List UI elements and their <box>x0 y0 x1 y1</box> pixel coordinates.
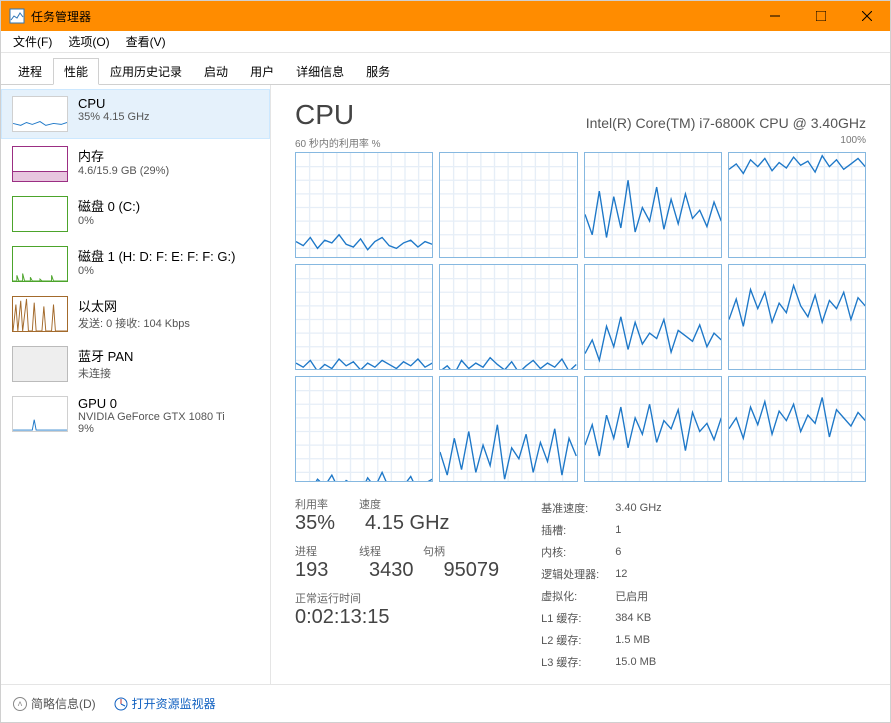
util-value: 35% <box>295 512 335 535</box>
processor-name: Intel(R) Core(TM) i7-6800K CPU @ 3.40GHz <box>586 115 866 131</box>
menu-view[interactable]: 查看(V) <box>118 31 174 52</box>
procs-label: 进程 <box>295 543 359 559</box>
maximize-button[interactable] <box>798 1 844 31</box>
tab-services[interactable]: 服务 <box>355 58 401 85</box>
disk0-thumb-icon <box>12 196 68 232</box>
cpu-core-chart-8 <box>295 376 433 482</box>
cpu-thumb-icon <box>12 96 68 132</box>
fewer-details-button[interactable]: ˄ 简略信息(D) <box>13 695 96 712</box>
axis-right-label: 100% <box>840 135 866 150</box>
sidebar-disk1-sub: 0% <box>78 265 235 277</box>
cpu-core-chart-3 <box>728 152 866 258</box>
menu-file[interactable]: 文件(F) <box>5 31 60 52</box>
sidebar-gpu-sub: NVIDIA GeForce GTX 1080 Ti <box>78 411 225 423</box>
sidebar-item-memory[interactable]: 内存4.6/15.9 GB (29%) <box>1 139 270 189</box>
speed-value: 4.15 GHz <box>365 512 449 535</box>
gpu-thumb-icon <box>12 396 68 432</box>
sidebar: CPU35% 4.15 GHz 内存4.6/15.9 GB (29%) 磁盘 0… <box>1 85 271 684</box>
sidebar-memory-title: 内存 <box>78 146 169 165</box>
axis-left-label: 60 秒内的利用率 % <box>295 135 381 150</box>
speed-label: 速度 <box>359 496 381 512</box>
tabstrip: 进程 性能 应用历史记录 启动 用户 详细信息 服务 <box>1 53 890 85</box>
sidebar-item-gpu[interactable]: GPU 0NVIDIA GeForce GTX 1080 Ti9% <box>1 389 270 442</box>
bluetooth-thumb-icon <box>12 346 68 382</box>
cpu-core-chart-7 <box>728 264 866 370</box>
sidebar-cpu-sub: 35% 4.15 GHz <box>78 111 150 123</box>
cpu-core-chart-10 <box>584 376 722 482</box>
disk1-thumb-icon <box>12 246 68 282</box>
util-label: 利用率 <box>295 496 359 512</box>
uptime-label: 正常运行时间 <box>295 590 361 606</box>
sidebar-item-ethernet[interactable]: 以太网发送: 0 接收: 104 Kbps <box>1 289 270 339</box>
sidebar-bt-title: 蓝牙 PAN <box>78 346 133 365</box>
cpu-core-chart-11 <box>728 376 866 482</box>
open-resource-monitor-link[interactable]: 打开资源监视器 <box>114 695 216 712</box>
specs-table: 基准速度:3.40 GHz 插槽:1 内核:6 逻辑处理器:12 虚拟化:已启用… <box>539 496 678 674</box>
cpu-core-chart-5 <box>439 264 577 370</box>
sidebar-memory-sub: 4.6/15.9 GB (29%) <box>78 165 169 177</box>
cpu-core-chart-0 <box>295 152 433 258</box>
sidebar-item-cpu[interactable]: CPU35% 4.15 GHz <box>1 89 270 139</box>
close-button[interactable] <box>844 1 890 31</box>
menu-options[interactable]: 选项(O) <box>60 31 117 52</box>
tab-details[interactable]: 详细信息 <box>285 58 355 85</box>
sidebar-eth-sub: 发送: 0 接收: 104 Kbps <box>78 315 190 331</box>
sidebar-eth-title: 以太网 <box>78 296 190 315</box>
cpu-core-chart-2 <box>584 152 722 258</box>
tab-startup[interactable]: 启动 <box>193 58 239 85</box>
sidebar-bt-sub: 未连接 <box>78 365 133 381</box>
titlebar: 任务管理器 <box>1 1 890 31</box>
app-icon <box>9 8 25 24</box>
cpu-core-chart-6 <box>584 264 722 370</box>
tab-performance[interactable]: 性能 <box>53 58 99 85</box>
sidebar-disk1-title: 磁盘 1 (H: D: F: E: F: F: G:) <box>78 246 235 265</box>
ethernet-thumb-icon <box>12 296 68 332</box>
sidebar-item-bluetooth[interactable]: 蓝牙 PAN未连接 <box>1 339 270 389</box>
footer: ˄ 简略信息(D) 打开资源监视器 <box>1 684 890 722</box>
cpu-charts-grid[interactable] <box>295 152 866 482</box>
page-title: CPU <box>295 99 354 131</box>
procs-value: 193 <box>295 559 339 582</box>
minimize-button[interactable] <box>752 1 798 31</box>
cpu-core-chart-9 <box>439 376 577 482</box>
threads-label: 线程 <box>359 543 423 559</box>
sidebar-cpu-title: CPU <box>78 96 150 111</box>
cpu-core-chart-4 <box>295 264 433 370</box>
sidebar-disk0-sub: 0% <box>78 215 140 227</box>
sidebar-disk0-title: 磁盘 0 (C:) <box>78 196 140 215</box>
tab-history[interactable]: 应用历史记录 <box>99 58 193 85</box>
sidebar-item-disk0[interactable]: 磁盘 0 (C:)0% <box>1 189 270 239</box>
uptime-value: 0:02:13:15 <box>295 606 390 629</box>
tab-processes[interactable]: 进程 <box>7 58 53 85</box>
sidebar-gpu-title: GPU 0 <box>78 396 225 411</box>
handles-value: 95079 <box>444 559 500 582</box>
resource-monitor-icon <box>114 697 128 711</box>
cpu-core-chart-1 <box>439 152 577 258</box>
memory-thumb-icon <box>12 146 68 182</box>
threads-value: 3430 <box>369 559 414 582</box>
sidebar-item-disk1[interactable]: 磁盘 1 (H: D: F: E: F: F: G:)0% <box>1 239 270 289</box>
menubar: 文件(F) 选项(O) 查看(V) <box>1 31 890 53</box>
main-panel: CPU Intel(R) Core(TM) i7-6800K CPU @ 3.4… <box>271 85 890 684</box>
window-title: 任务管理器 <box>31 8 752 25</box>
handles-label: 句柄 <box>423 543 445 559</box>
chevron-up-icon: ˄ <box>13 697 27 711</box>
tab-users[interactable]: 用户 <box>239 58 285 85</box>
sidebar-gpu-sub2: 9% <box>78 423 225 435</box>
